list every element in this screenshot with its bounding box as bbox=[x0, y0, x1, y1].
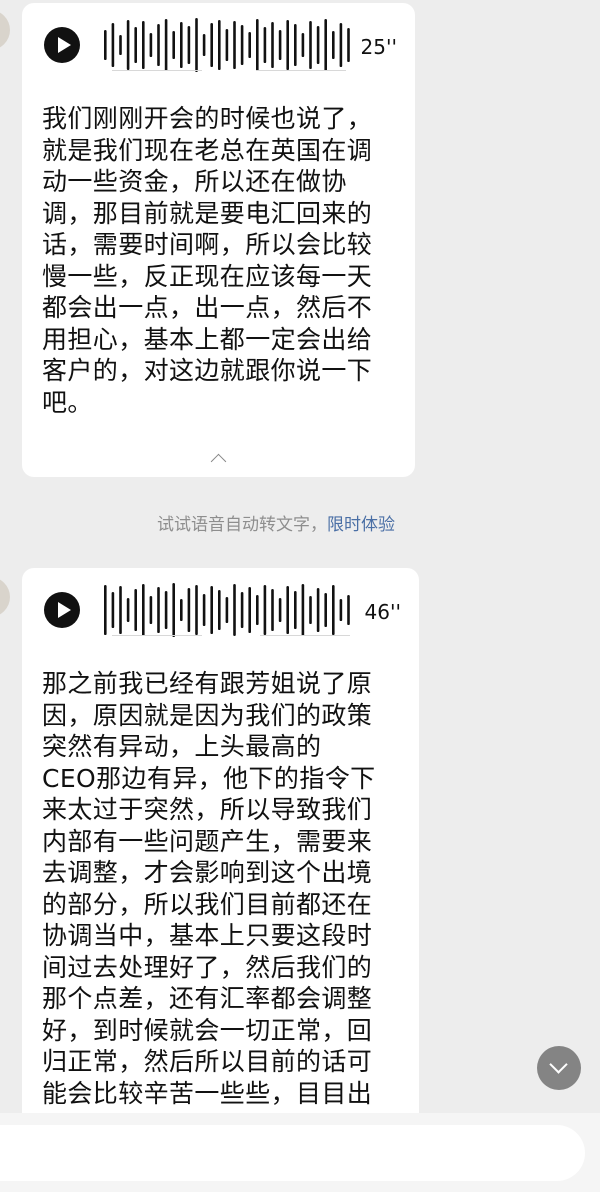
waveform-bar bbox=[324, 593, 327, 627]
waveform-bar bbox=[271, 589, 274, 631]
voice-transcript: 我们刚刚开会的时候也说了， 就是我们现在老总在英国在调 动一些资金，所以还在做协… bbox=[42, 104, 373, 417]
waveform-bar bbox=[126, 20, 130, 70]
waveform-bar bbox=[286, 20, 289, 70]
transcribe-hint: 试试语音自动转文字，限时体验 bbox=[157, 510, 395, 535]
waveform-bar bbox=[119, 35, 122, 55]
waveform-bar bbox=[164, 591, 168, 629]
waveform-bar bbox=[339, 599, 343, 621]
waveform-bar bbox=[126, 598, 130, 622]
waveform-bar bbox=[172, 583, 175, 637]
waveform-bar bbox=[309, 21, 312, 69]
waveform-bar bbox=[332, 585, 335, 635]
waveform-bar bbox=[180, 599, 183, 621]
waveform-bar bbox=[332, 31, 335, 59]
waveform-bar bbox=[202, 34, 206, 56]
waveform-bar bbox=[157, 587, 160, 633]
voice-duration: 25'' bbox=[360, 35, 397, 59]
waveform-bar bbox=[240, 592, 244, 628]
waveform-bar bbox=[134, 589, 137, 631]
waveform-bar bbox=[187, 588, 191, 632]
waveform-bar bbox=[149, 33, 153, 57]
waveform-bar bbox=[142, 584, 145, 636]
divider bbox=[112, 635, 202, 636]
waveform-bar bbox=[172, 31, 175, 59]
waveform-bar bbox=[339, 23, 343, 67]
waveform-bar bbox=[210, 586, 213, 634]
waveform-bar bbox=[347, 28, 350, 62]
waveform-bar bbox=[202, 594, 206, 626]
waveform-bar bbox=[104, 585, 107, 635]
waveform-bar bbox=[104, 30, 107, 60]
waveform-bar bbox=[157, 24, 160, 66]
waveform-bar bbox=[210, 23, 213, 67]
avatar[interactable] bbox=[0, 577, 10, 617]
waveform-bar bbox=[301, 584, 305, 636]
input-bar bbox=[0, 1113, 600, 1192]
waveform-bar bbox=[286, 586, 289, 634]
divider bbox=[256, 70, 346, 71]
voice-player[interactable]: 25'' bbox=[22, 15, 415, 75]
message-input[interactable] bbox=[0, 1125, 585, 1181]
waveform-bar bbox=[316, 26, 320, 64]
chevron-up-icon[interactable] bbox=[210, 453, 226, 470]
waveform-bar bbox=[263, 585, 267, 635]
waveform-bar bbox=[294, 591, 297, 629]
waveform-bar bbox=[309, 596, 312, 624]
waveform-bar bbox=[119, 586, 122, 634]
waveform-bar bbox=[248, 587, 251, 633]
waveform-bar bbox=[233, 584, 236, 636]
waveform-bar bbox=[218, 590, 221, 630]
voice-message-bubble[interactable]: 46'' 那之前我已经有跟芳姐说了原 因，原因就是因为我们的政策 突然有异动，上… bbox=[22, 568, 419, 1168]
divider bbox=[260, 635, 350, 636]
waveform bbox=[104, 18, 350, 72]
waveform-bar bbox=[195, 18, 198, 72]
waveform-bar bbox=[111, 23, 115, 67]
waveform-bar bbox=[271, 22, 274, 68]
waveform-bar bbox=[316, 588, 320, 632]
waveform-bar bbox=[164, 19, 168, 71]
waveform-bar bbox=[324, 19, 327, 71]
voice-player[interactable]: 46'' bbox=[22, 580, 419, 640]
waveform-bar bbox=[225, 597, 229, 623]
waveform-bar bbox=[263, 27, 267, 63]
waveform-bar bbox=[218, 20, 221, 70]
waveform-bar bbox=[278, 30, 282, 60]
waveform bbox=[104, 583, 350, 637]
waveform-bar bbox=[180, 22, 183, 68]
hint-link[interactable]: 限时体验 bbox=[327, 515, 395, 535]
voice-transcript: 那之前我已经有跟芳姐说了原 因，原因就是因为我们的政策 突然有异动，上头最高的 … bbox=[42, 669, 376, 1108]
waveform-bar bbox=[233, 21, 236, 69]
waveform-bar bbox=[187, 26, 191, 64]
waveform-bar bbox=[347, 595, 350, 625]
avatar[interactable] bbox=[0, 10, 10, 50]
waveform-bar bbox=[225, 29, 229, 61]
waveform-bar bbox=[256, 595, 259, 625]
waveform-bar bbox=[301, 33, 305, 57]
waveform-bar bbox=[278, 598, 282, 622]
waveform-bar bbox=[111, 592, 115, 628]
waveform-bar bbox=[248, 32, 251, 58]
waveform-bar bbox=[256, 19, 259, 71]
hint-text: 试试语音自动转文字， bbox=[157, 515, 327, 535]
waveform-bar bbox=[240, 25, 244, 65]
voice-message-bubble[interactable]: 25'' 我们刚刚开会的时候也说了， 就是我们现在老总在英国在调 动一些资金，所… bbox=[22, 3, 415, 477]
waveform-bar bbox=[134, 27, 137, 63]
divider bbox=[112, 70, 202, 71]
waveform-bar bbox=[195, 585, 198, 635]
voice-duration: 46'' bbox=[364, 600, 401, 624]
chevron-down-icon[interactable] bbox=[537, 1046, 581, 1090]
play-icon[interactable] bbox=[44, 592, 80, 628]
waveform-bar bbox=[142, 21, 145, 69]
waveform-bar bbox=[149, 596, 153, 624]
play-icon[interactable] bbox=[44, 27, 80, 63]
waveform-bar bbox=[294, 24, 297, 66]
